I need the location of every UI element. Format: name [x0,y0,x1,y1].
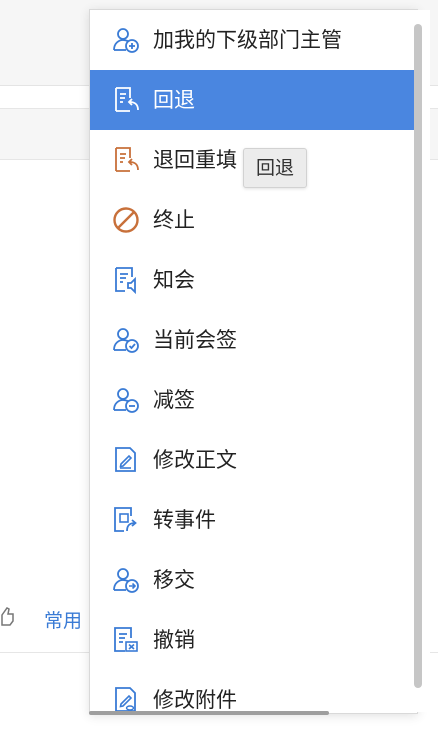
menu-item-label: 移交 [153,568,195,592]
document-return-orange-icon [111,145,141,175]
menu-item-remove-signer[interactable]: 减签 [90,370,415,430]
document-cancel-icon [111,625,141,655]
menu-item-rollback[interactable]: 回退 [90,70,415,130]
tooltip: 回退 [243,148,308,188]
menu-item-edit-attachment[interactable]: 修改附件 [90,670,415,713]
menu-item-label: 加我的下级部门主管 [153,28,342,52]
menu-item-add-subordinate-manager[interactable]: 加我的下级部门主管 [90,10,415,70]
menu-horizontal-scrollbar[interactable] [89,711,329,715]
menu-item-label: 修改附件 [153,688,237,712]
user-check-icon [111,325,141,355]
menu-item-terminate[interactable]: 终止 [90,190,415,250]
common-link[interactable]: 常用 [44,608,82,634]
menu-item-label: 终止 [153,208,195,232]
document-edit-icon [111,445,141,475]
menu-item-hand-over[interactable]: 移交 [90,550,415,610]
document-return-icon [111,85,141,115]
menu-item-convert-event[interactable]: 转事件 [90,490,415,550]
menu-item-revoke[interactable]: 撤销 [90,610,415,670]
menu-item-label: 修改正文 [153,448,237,472]
menu-item-label: 回退 [153,88,195,112]
transfer-event-icon [111,505,141,535]
thumbs-up-icon[interactable] [0,606,14,628]
menu-item-label: 退回重填 [153,148,237,172]
menu-item-current-countersign[interactable]: 当前会签 [90,310,415,370]
menu-item-notify[interactable]: 知会 [90,250,415,310]
menu-item-label: 转事件 [153,508,216,532]
user-minus-icon [111,385,141,415]
menu-item-edit-body[interactable]: 修改正文 [90,430,415,490]
attachment-edit-icon [111,685,141,713]
prohibit-icon [111,205,141,235]
menu-item-label: 减签 [153,388,195,412]
menu-item-label: 当前会签 [153,328,237,352]
add-user-icon [111,25,141,55]
menu-item-label: 知会 [153,268,195,292]
menu-scrollbar-thumb[interactable] [414,24,422,688]
menu-item-label: 撤销 [153,628,195,652]
document-notify-icon [111,265,141,295]
action-dropdown-menu: 加我的下级部门主管 回退 退回重填 终止 知会 当前会签 减签 修改正文 转事件… [89,9,418,714]
user-transfer-icon [111,565,141,595]
